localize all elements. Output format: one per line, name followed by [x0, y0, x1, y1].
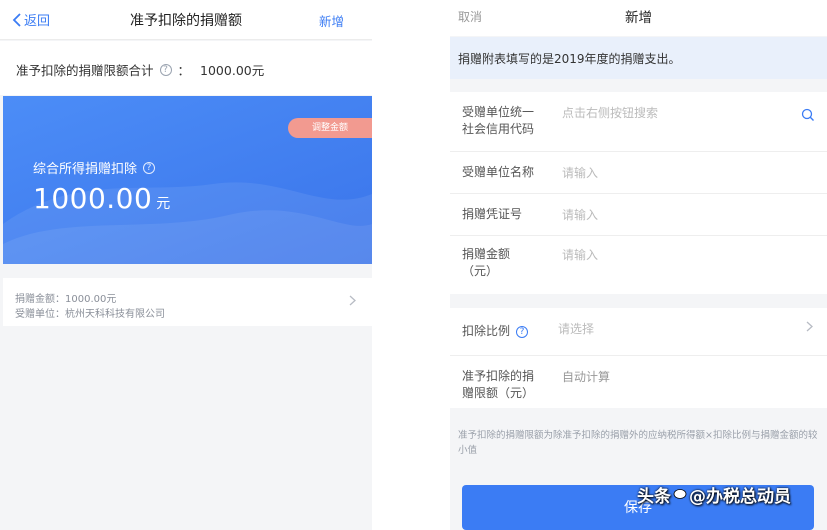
- field-placeholder: 请输入: [562, 248, 599, 262]
- gap: [372, 0, 450, 530]
- add-button[interactable]: 新增: [319, 11, 344, 30]
- donation-form: 受赠单位统一 社会信用代码 点击右侧按钮搜索 受赠单位名称 请输入 捐赠凭证号 …: [450, 92, 827, 294]
- record-recipient: 受赠单位：杭州天科科技有限公司: [15, 309, 165, 320]
- credit-code-field[interactable]: 受赠单位统一 社会信用代码 点击右侧按钮搜索: [450, 92, 827, 152]
- voucher-number-field[interactable]: 捐赠凭证号 请输入: [450, 194, 827, 236]
- field-placeholder: 请选择: [558, 322, 595, 336]
- deduction-card: 调整金额 综合所得捐赠扣除 ? 1000.00 元: [3, 96, 372, 264]
- field-label: 扣除比例 ?: [462, 323, 534, 340]
- field-label: 受赠单位名称: [462, 165, 535, 179]
- field-label: 受赠单位统一 社会信用代码: [462, 105, 535, 136]
- notice-banner: 捐赠附表填写的是2019年度的捐赠支出。: [450, 37, 827, 79]
- donation-record[interactable]: 捐赠金额：1000.00元 受赠单位：杭州天科科技有限公司: [3, 278, 372, 326]
- page-title: 新增: [625, 10, 652, 26]
- recipient-name-field[interactable]: 受赠单位名称 请输入: [450, 152, 827, 194]
- search-icon[interactable]: [801, 108, 815, 122]
- field-placeholder: 请输入: [562, 166, 599, 180]
- footnote: 准予扣除的捐赠限额为除准予扣除的捐赠外的应纳税所得额×扣除比例与捐赠金额的较小值: [458, 430, 818, 456]
- field-placeholder: 请输入: [562, 208, 599, 222]
- chevron-right-icon: [349, 295, 356, 306]
- field-label: 准予扣除的捐 赠限额（元）: [462, 369, 535, 400]
- page-title: 准予扣除的捐赠额: [130, 13, 242, 29]
- left-nav-bar: 返回 准予扣除的捐赠额 新增: [0, 0, 372, 40]
- deduction-form: 扣除比例 ? 请选择 准予扣除的捐 赠限额（元） 自动计算: [450, 308, 827, 408]
- adjust-amount-button[interactable]: 调整金额: [288, 118, 372, 138]
- card-amount-unit: 元: [156, 196, 171, 212]
- card-amount-value: 1000.00: [33, 182, 153, 215]
- record-amount: 捐赠金额：1000.00元: [15, 294, 117, 305]
- card-label: 综合所得捐赠扣除: [33, 162, 138, 177]
- deduction-ratio-select[interactable]: 扣除比例 ? 请选择: [450, 308, 827, 356]
- field-placeholder: 点击右侧按钮搜索: [562, 106, 659, 120]
- deduction-limit-field: 准予扣除的捐 赠限额（元） 自动计算: [450, 356, 827, 408]
- watermark: 头条 @办税总动员: [637, 487, 791, 507]
- right-screen: 取消 新增 捐赠附表填写的是2019年度的捐赠支出。 受赠单位统一 社会信用代码…: [450, 0, 827, 530]
- total-limit-value: 1000.00元: [200, 63, 265, 78]
- donation-amount-field[interactable]: 捐赠金额 （元） 请输入: [450, 236, 827, 294]
- total-limit-row: 准予扣除的捐赠限额合计 ? ： 1000.00元: [0, 41, 372, 95]
- help-icon[interactable]: ?: [516, 325, 529, 338]
- right-nav-bar: 取消 新增: [450, 0, 827, 36]
- field-label: 捐赠金额 （元）: [462, 247, 511, 278]
- total-limit-label: 准予扣除的捐赠限额合计: [16, 63, 154, 78]
- left-screen: 返回 准予扣除的捐赠额 新增 准予扣除的捐赠限额合计 ? ： 1000.00元 …: [0, 0, 372, 530]
- total-limit-colon: ：: [177, 63, 191, 78]
- help-icon[interactable]: ?: [159, 63, 172, 76]
- field-label: 捐赠凭证号: [462, 207, 523, 221]
- chevron-right-icon: [806, 321, 813, 332]
- auto-calc-value: 自动计算: [562, 370, 611, 384]
- help-icon[interactable]: ?: [143, 161, 156, 174]
- card-amount: 1000.00 元: [33, 182, 170, 215]
- notice-text: 捐赠附表填写的是2019年度的捐赠支出。: [458, 52, 681, 66]
- chat-bubble-icon: [673, 488, 687, 499]
